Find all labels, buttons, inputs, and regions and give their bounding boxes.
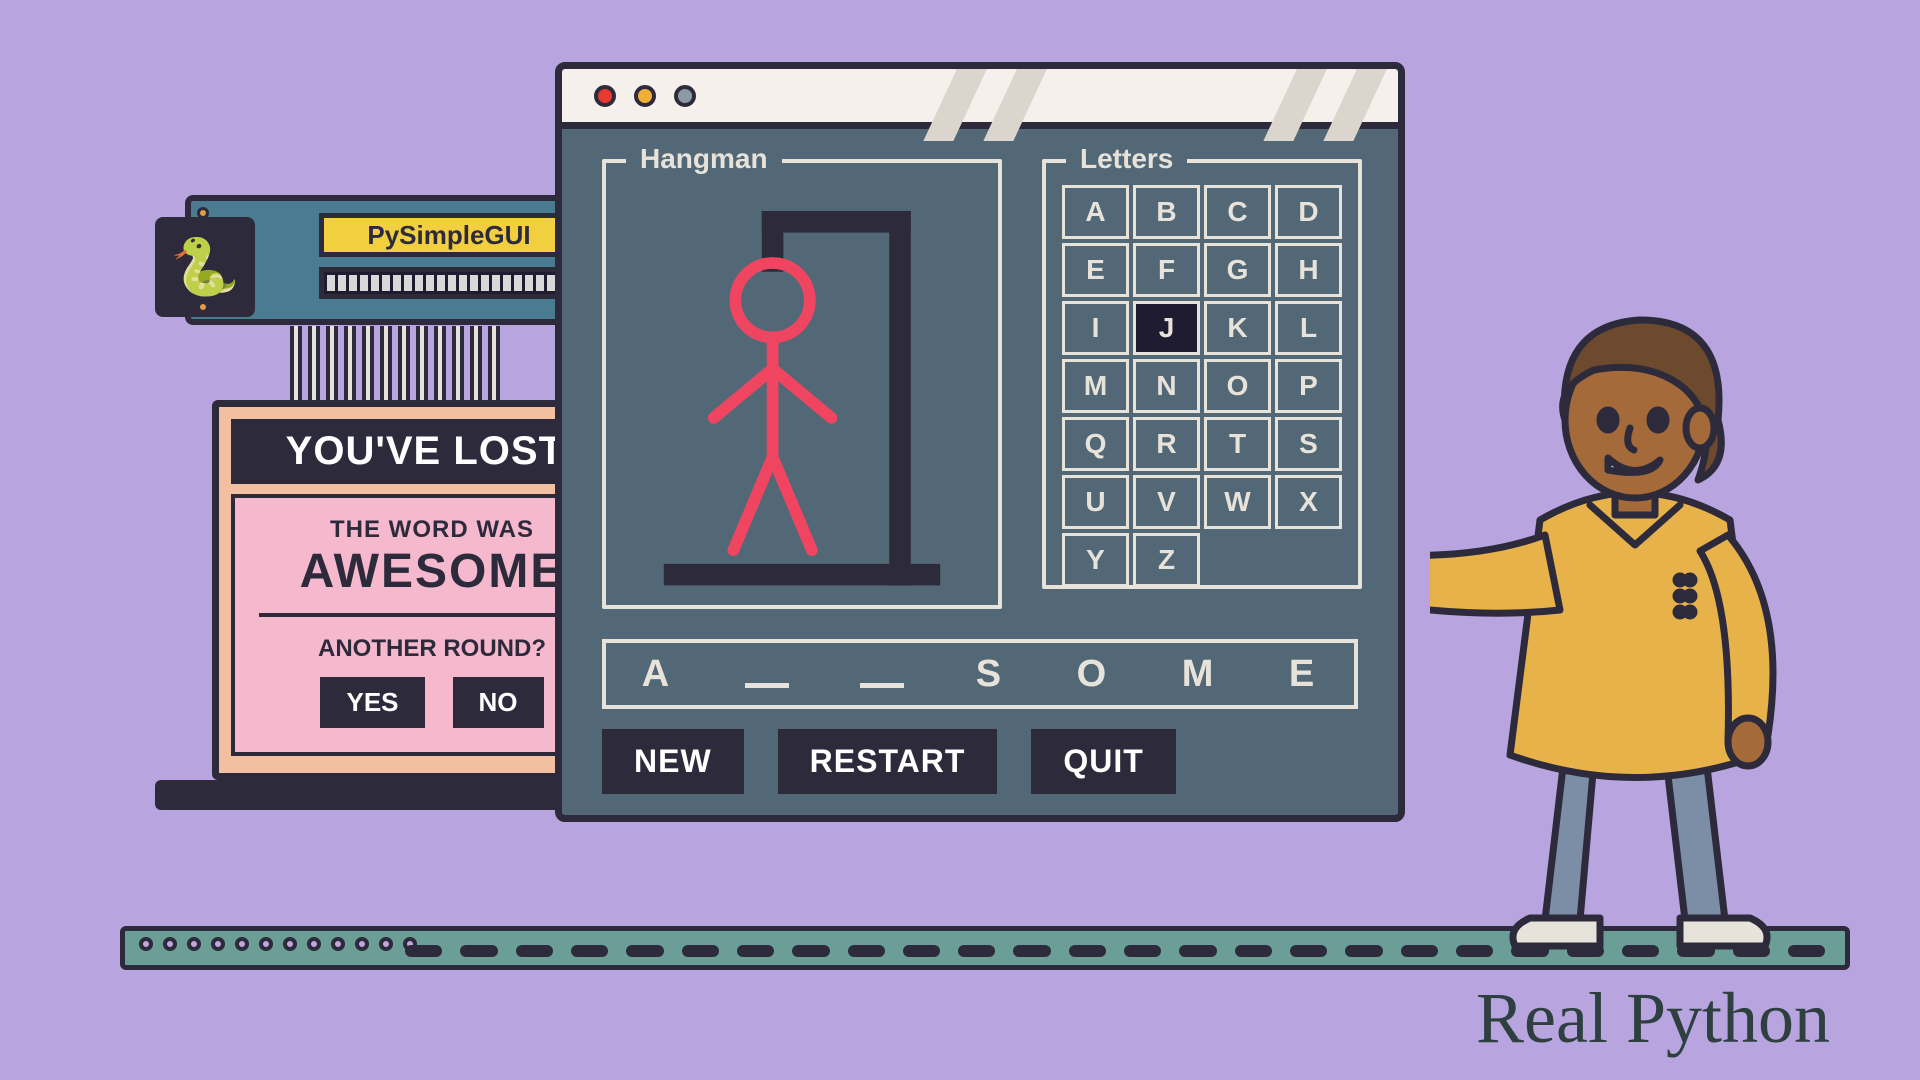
letter-l[interactable]: L — [1275, 301, 1342, 355]
progress-bar — [319, 267, 579, 299]
letter-k[interactable]: K — [1204, 301, 1271, 355]
letter-y[interactable]: Y — [1062, 533, 1129, 587]
window-titlebar — [562, 69, 1398, 129]
letter-d[interactable]: D — [1275, 185, 1342, 239]
minimize-icon[interactable] — [634, 85, 656, 107]
library-chip: 🐍 PySimpleGUI — [185, 195, 605, 325]
letter-z[interactable]: Z — [1133, 533, 1200, 587]
yes-button[interactable]: YES — [320, 677, 424, 728]
hangman-panel: Hangman — [602, 159, 1002, 609]
letter-w[interactable]: W — [1204, 475, 1271, 529]
word-slot: A — [642, 653, 673, 696]
letter-a[interactable]: A — [1062, 185, 1129, 239]
maximize-icon[interactable] — [674, 85, 696, 107]
word-slot — [860, 682, 904, 688]
letter-c[interactable]: C — [1204, 185, 1271, 239]
letter-o[interactable]: O — [1204, 359, 1271, 413]
word-slot: O — [1077, 653, 1111, 696]
letter-r[interactable]: R — [1133, 417, 1200, 471]
letter-e[interactable]: E — [1062, 243, 1129, 297]
letter-p[interactable]: P — [1275, 359, 1342, 413]
letter-f[interactable]: F — [1133, 243, 1200, 297]
letter-m[interactable]: M — [1062, 359, 1129, 413]
letter-b[interactable]: B — [1133, 185, 1200, 239]
letter-t[interactable]: T — [1204, 417, 1271, 471]
word-slot: S — [976, 653, 1005, 696]
close-icon[interactable] — [594, 85, 616, 107]
letter-g[interactable]: G — [1204, 243, 1271, 297]
letter-j[interactable]: J — [1133, 301, 1200, 355]
no-button[interactable]: NO — [453, 677, 544, 728]
letter-grid: ABCD EFGH IJKL MNOP QRTS UVWX YZ — [1062, 185, 1342, 587]
letter-q[interactable]: Q — [1062, 417, 1129, 471]
letter-x[interactable]: X — [1275, 475, 1342, 529]
letters-panel: Letters ABCDEFGHIJKLMNOPQRTSUVWXYZ — [1042, 159, 1362, 589]
word-slot: E — [1289, 653, 1318, 696]
restart-button[interactable]: RESTART — [778, 729, 998, 794]
letter-i[interactable]: I — [1062, 301, 1129, 355]
app-window: Hangman Letters A — [555, 62, 1405, 822]
guess-word-bar: ASOME — [602, 639, 1358, 709]
letter-s[interactable]: S — [1275, 417, 1342, 471]
library-label: PySimpleGUI — [319, 213, 579, 257]
person-illustration — [1430, 310, 1850, 960]
letter-n[interactable]: N — [1133, 359, 1200, 413]
word-slot — [745, 682, 789, 688]
letter-u[interactable]: U — [1062, 475, 1129, 529]
hangman-figure-icon — [606, 163, 998, 604]
new-button[interactable]: NEW — [602, 729, 744, 794]
letter-h[interactable]: H — [1275, 243, 1342, 297]
divider — [259, 613, 605, 617]
letters-legend: Letters — [1066, 143, 1187, 175]
letter-v[interactable]: V — [1133, 475, 1200, 529]
word-slot: M — [1182, 653, 1218, 696]
quit-button[interactable]: QUIT — [1031, 729, 1175, 794]
ribbon-cable — [290, 326, 500, 406]
brand-logo: Real Python — [1476, 977, 1830, 1060]
